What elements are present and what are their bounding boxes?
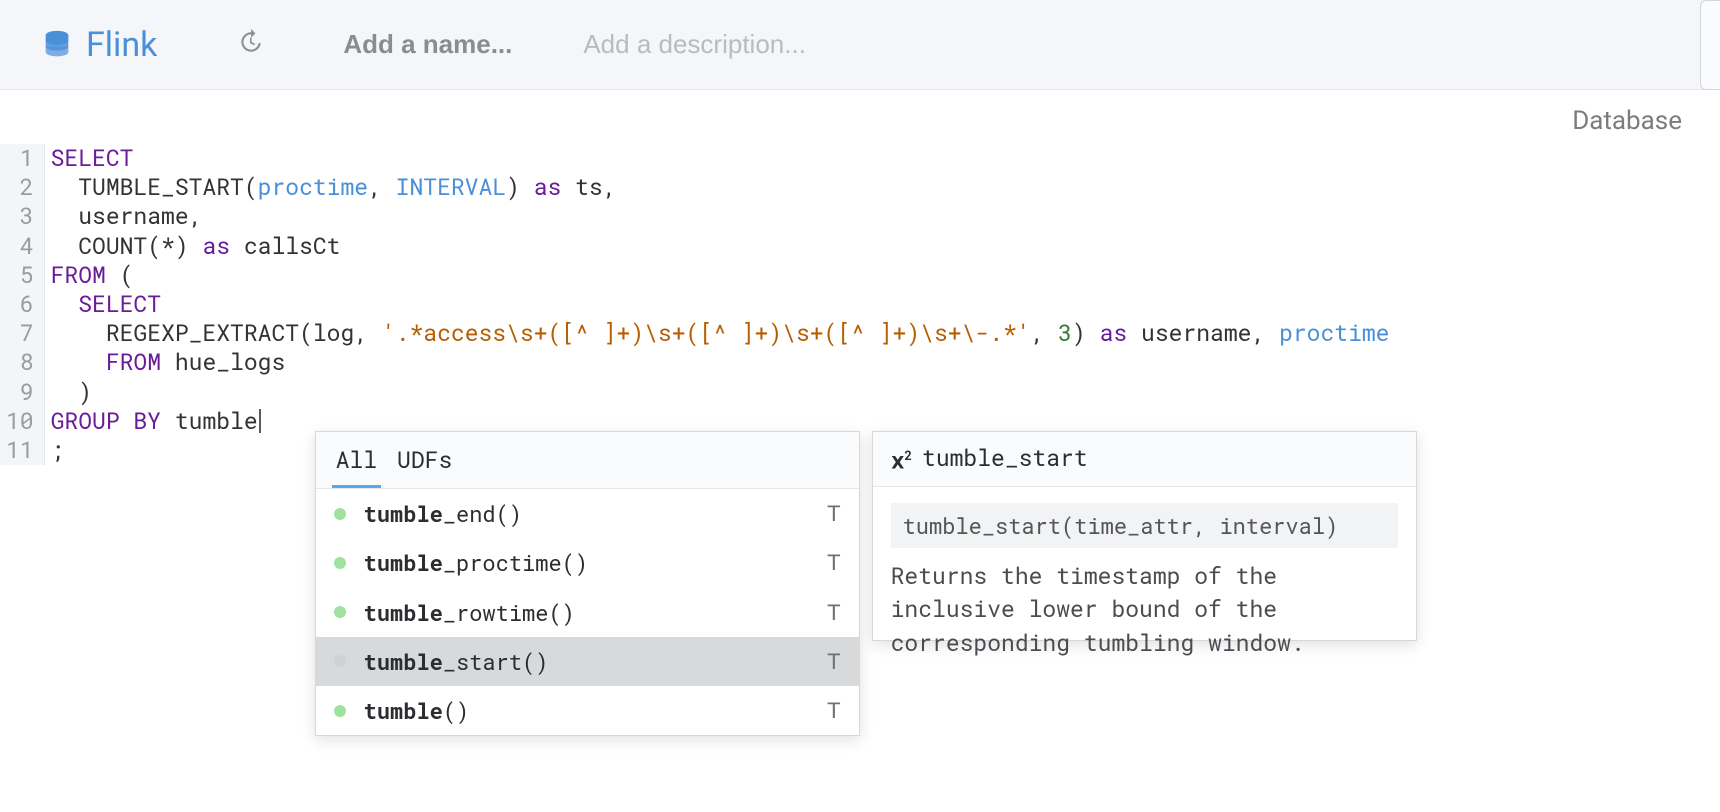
query-name-input[interactable] — [343, 29, 553, 60]
right-panel-toggle[interactable] — [1700, 0, 1720, 90]
code-line[interactable]: ) — [51, 378, 1390, 407]
top-toolbar: Flink — [0, 0, 1720, 90]
autocomplete-detail-header: x2 tumble_start — [873, 432, 1416, 487]
history-icon[interactable] — [237, 29, 263, 61]
autocomplete-item-label: tumble_start() — [364, 647, 549, 676]
function-dot-icon — [334, 557, 346, 569]
autocomplete-item-type: T — [827, 598, 840, 627]
function-icon: x2 — [891, 442, 912, 476]
autocomplete-item-type: T — [827, 548, 840, 577]
autocomplete-item-label: tumble() — [364, 696, 470, 725]
database-icon — [40, 28, 74, 62]
autocomplete-item-type: T — [827, 499, 840, 528]
autocomplete-popup: All UDFs tumble_end() Ttumble_proctime() Tt… — [315, 431, 1417, 736]
autocomplete-detail-description: Returns the timestamp of the inclusive l… — [891, 560, 1398, 660]
autocomplete-item[interactable]: tumble_proctime() T — [316, 538, 859, 587]
editor-code[interactable]: SELECT TUMBLE_START(proctime, INTERVAL) … — [45, 144, 1390, 465]
autocomplete-detail-name: tumble_start — [922, 444, 1088, 473]
function-dot-icon — [334, 606, 346, 618]
autocomplete-item[interactable]: tumble() T — [316, 686, 859, 735]
autocomplete-list: All UDFs tumble_end() Ttumble_proctime() Tt… — [315, 431, 860, 736]
autocomplete-item-label: tumble_proctime() — [364, 548, 588, 577]
autocomplete-detail: x2 tumble_start tumble_start(time_attr, … — [872, 431, 1417, 641]
autocomplete-tab[interactable]: UDFs — [393, 442, 456, 488]
code-line[interactable]: username, — [51, 202, 1390, 231]
autocomplete-tab[interactable]: All — [332, 442, 381, 488]
code-line[interactable]: FROM ( — [51, 261, 1390, 290]
autocomplete-tabs: All UDFs — [316, 432, 859, 489]
code-line[interactable]: TUMBLE_START(proctime, INTERVAL) as ts, — [51, 173, 1390, 202]
code-line[interactable]: COUNT(*) as callsCt — [51, 232, 1390, 261]
autocomplete-item[interactable]: tumble_rowtime() T — [316, 588, 859, 637]
autocomplete-item-label: tumble_rowtime() — [364, 598, 575, 627]
autocomplete-item[interactable]: tumble_start() T — [316, 637, 859, 686]
sub-toolbar: Database — [0, 90, 1720, 144]
autocomplete-detail-signature: tumble_start(time_attr, interval) — [891, 503, 1398, 548]
code-line[interactable]: SELECT — [51, 144, 1390, 173]
autocomplete-item-type: T — [827, 647, 840, 676]
autocomplete-item-label: tumble_end() — [364, 499, 522, 528]
editor-gutter: 1234567891011 — [0, 144, 45, 465]
autocomplete-item-type: T — [827, 696, 840, 725]
engine-name[interactable]: Flink — [86, 25, 157, 65]
code-line[interactable]: SELECT — [51, 290, 1390, 319]
sql-editor[interactable]: 1234567891011 SELECT TUMBLE_START(procti… — [0, 144, 1720, 465]
autocomplete-item[interactable]: tumble_end() T — [316, 489, 859, 538]
function-dot-icon — [334, 508, 346, 520]
database-selector[interactable]: Database — [1572, 106, 1682, 136]
function-dot-icon — [334, 655, 346, 667]
code-line[interactable]: REGEXP_EXTRACT(log, '.*access\s+([^ ]+)\… — [51, 319, 1390, 348]
query-description-input[interactable] — [583, 29, 883, 60]
text-cursor — [259, 409, 261, 433]
code-line[interactable]: FROM hue_logs — [51, 348, 1390, 377]
function-dot-icon — [334, 705, 346, 717]
